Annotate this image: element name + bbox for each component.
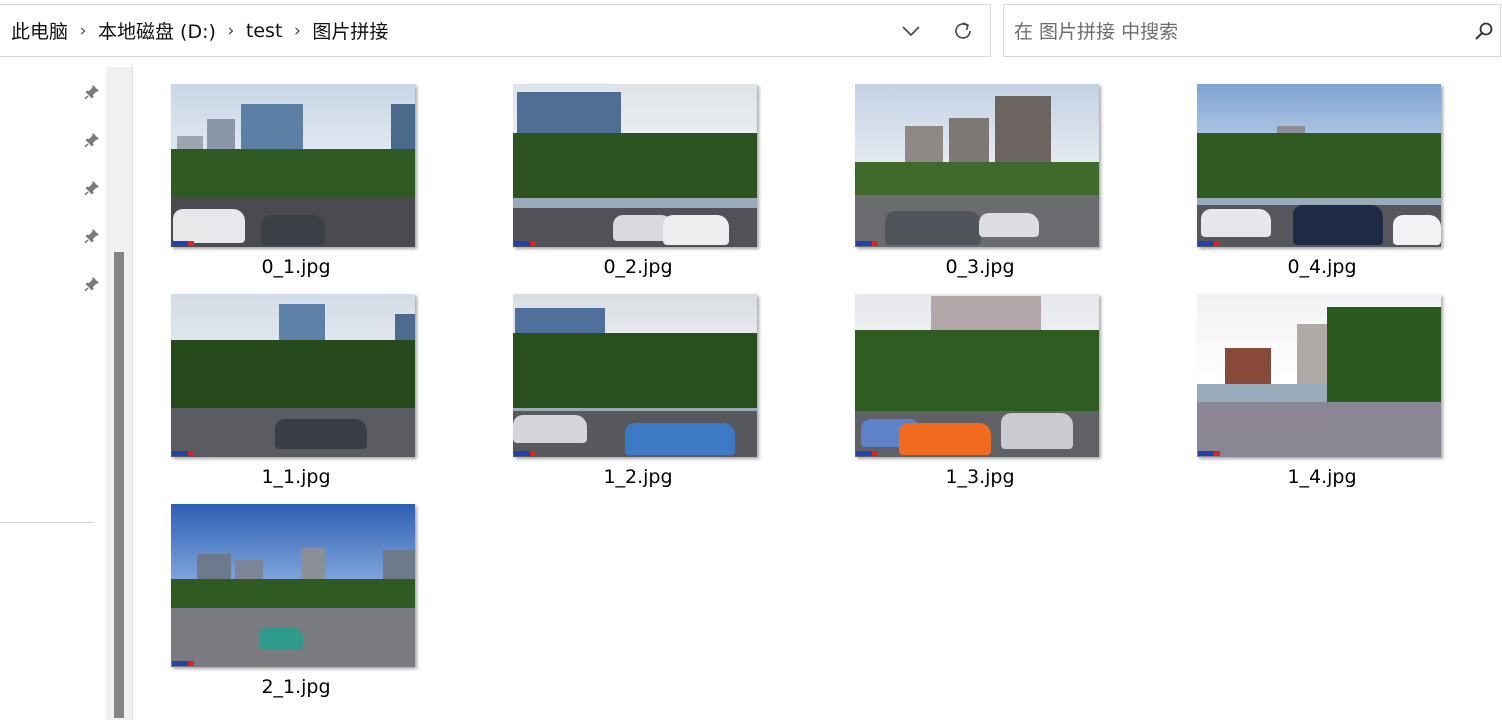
image-thumbnail[interactable]: [855, 294, 1099, 457]
image-thumbnail[interactable]: [855, 84, 1099, 247]
address-bar[interactable]: 此电脑 › 本地磁盘 (D:) › test › 图片拼接: [0, 4, 991, 57]
file-name: 0_2.jpg: [603, 256, 673, 278]
file-item[interactable]: 0_4.jpg: [1197, 84, 1443, 294]
file-name: 1_1.jpg: [261, 466, 331, 488]
nav-divider: [0, 522, 94, 523]
file-name: 0_4.jpg: [1287, 256, 1357, 278]
search-icon[interactable]: [1472, 19, 1496, 43]
breadcrumb: 此电脑 › 本地磁盘 (D:) › test › 图片拼接: [9, 5, 390, 56]
file-name: 1_4.jpg: [1287, 466, 1357, 488]
pin-icon[interactable]: [82, 178, 102, 198]
breadcrumb-test[interactable]: test: [244, 20, 285, 42]
file-item[interactable]: 0_2.jpg: [513, 84, 759, 294]
pane-divider: [132, 64, 133, 720]
pin-icon[interactable]: [82, 130, 102, 150]
image-thumbnail[interactable]: [513, 294, 757, 457]
pin-icon[interactable]: [82, 274, 102, 294]
chevron-down-icon[interactable]: [897, 17, 925, 45]
image-thumbnail[interactable]: [513, 84, 757, 247]
breadcrumb-current-folder[interactable]: 图片拼接: [310, 17, 390, 44]
breadcrumb-separator[interactable]: ›: [218, 21, 244, 41]
file-name: 0_3.jpg: [945, 256, 1015, 278]
file-item[interactable]: 0_1.jpg: [171, 84, 417, 294]
file-item[interactable]: 1_4.jpg: [1197, 294, 1443, 504]
file-name: 1_3.jpg: [945, 466, 1015, 488]
toolbar: 此电脑 › 本地磁盘 (D:) › test › 图片拼接 在 图片拼接 中搜索: [0, 0, 1502, 64]
pin-icon[interactable]: [82, 82, 102, 102]
image-thumbnail[interactable]: [1197, 84, 1441, 247]
file-item[interactable]: 1_1.jpg: [171, 294, 417, 504]
pin-icon[interactable]: [82, 226, 102, 246]
file-name: 0_1.jpg: [261, 256, 331, 278]
breadcrumb-this-pc[interactable]: 此电脑: [9, 17, 70, 44]
file-item[interactable]: 2_1.jpg: [171, 504, 417, 714]
image-thumbnail[interactable]: [1197, 294, 1441, 457]
image-thumbnail[interactable]: [171, 84, 415, 247]
file-name: 1_2.jpg: [603, 466, 673, 488]
file-name: 2_1.jpg: [261, 676, 331, 698]
navigation-pane: [0, 64, 106, 720]
file-item[interactable]: 0_3.jpg: [855, 84, 1101, 294]
search-input[interactable]: 在 图片拼接 中搜索: [1003, 4, 1501, 57]
image-thumbnail[interactable]: [171, 504, 415, 667]
scrollbar-thumb[interactable]: [114, 252, 124, 718]
refresh-icon[interactable]: [949, 17, 977, 45]
breadcrumb-separator[interactable]: ›: [70, 21, 96, 41]
file-item[interactable]: 1_3.jpg: [855, 294, 1101, 504]
image-thumbnail[interactable]: [171, 294, 415, 457]
breadcrumb-drive-d[interactable]: 本地磁盘 (D:): [96, 17, 218, 44]
file-item[interactable]: 1_2.jpg: [513, 294, 759, 504]
breadcrumb-separator[interactable]: ›: [284, 21, 310, 41]
search-placeholder: 在 图片拼接 中搜索: [1014, 21, 1179, 43]
